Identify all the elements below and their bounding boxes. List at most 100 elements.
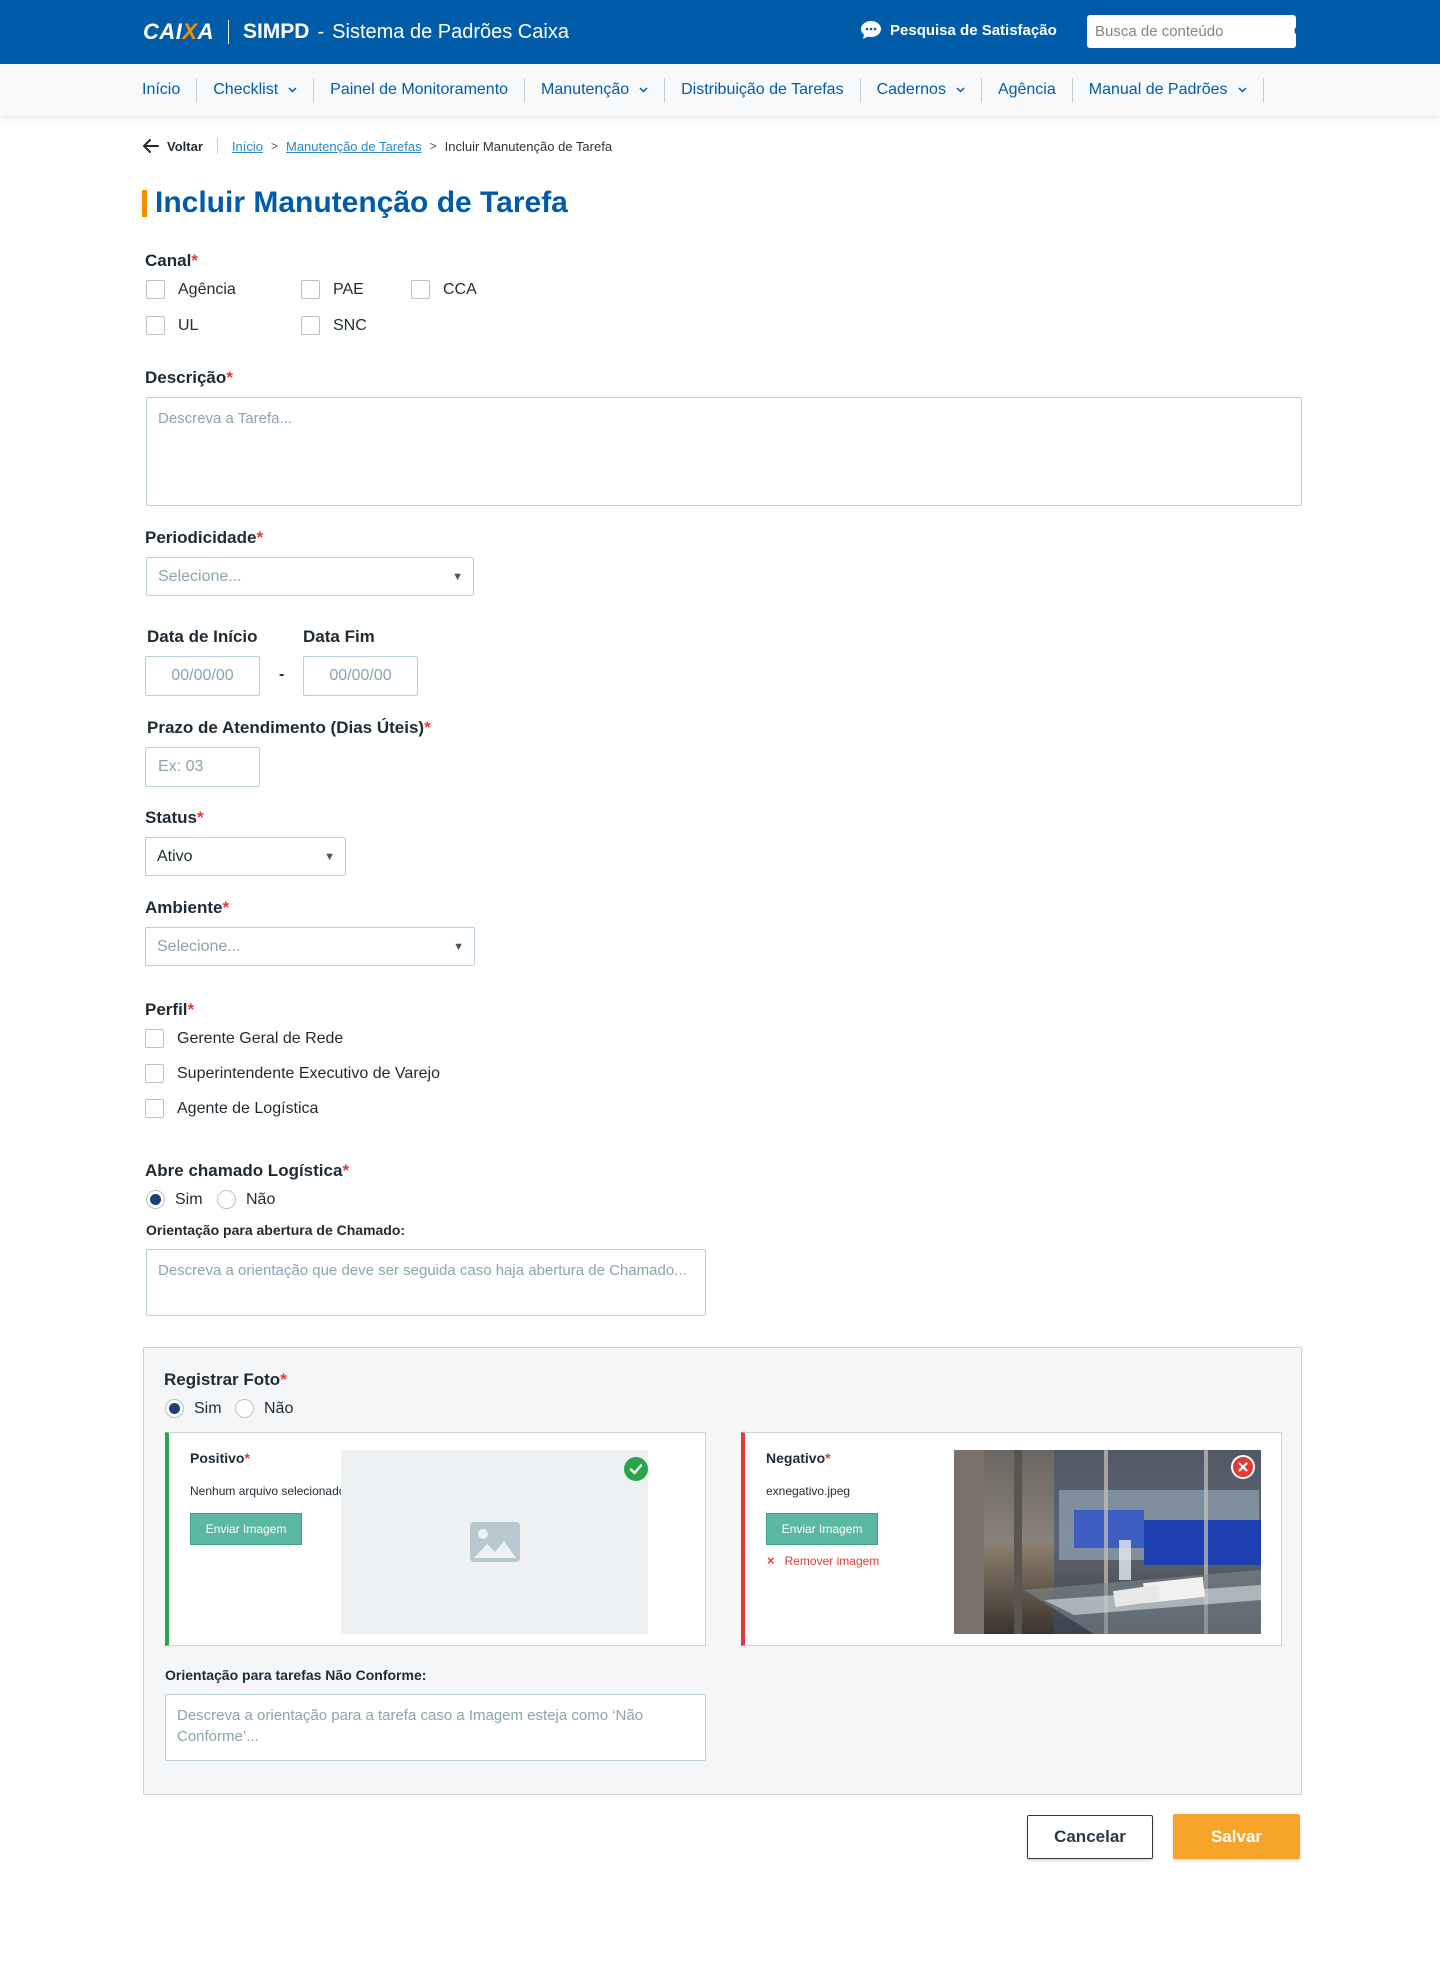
negativo-card: Negativo* exnegativo.jpeg Enviar Imagem … — [741, 1432, 1282, 1646]
ambiente-label: Ambiente* — [145, 898, 230, 917]
data-fim-label: Data Fim — [303, 627, 375, 646]
positivo-upload-button[interactable]: Enviar Imagem — [190, 1513, 302, 1545]
negativo-remove-badge[interactable] — [1231, 1455, 1255, 1479]
nao-conforme-orient-label: Orientação para tarefas Não Conforme: — [165, 1667, 427, 1683]
chat-bubble-icon — [861, 21, 881, 39]
chevron-down-icon — [1238, 87, 1247, 93]
main-navigation: Início Checklist Painel de Monitoramento… — [142, 64, 1264, 116]
positivo-title: Positivo* — [190, 1450, 250, 1466]
registrar-foto-label: Registrar Foto* — [164, 1370, 287, 1389]
remove-image-link[interactable]: × Remover imagem — [767, 1553, 879, 1568]
nav-item-painel-monitoramento[interactable]: Painel de Monitoramento — [314, 78, 526, 102]
checkbox-box[interactable] — [146, 316, 165, 335]
canal-checkbox-snc[interactable]: SNC — [301, 316, 367, 335]
brand-dash: - — [317, 20, 325, 43]
negativo-title: Negativo* — [766, 1450, 831, 1466]
check-icon — [629, 1464, 643, 1475]
perfil-label: Perfil* — [145, 1000, 195, 1019]
title-accent-bar — [142, 190, 147, 217]
back-button[interactable]: Voltar — [143, 139, 203, 154]
status-label: Status* — [145, 808, 204, 827]
nav-item-inicio[interactable]: Início — [142, 78, 198, 102]
app-name: SIMPD — [242, 20, 310, 43]
caixa-logo: CAIXA — [143, 19, 214, 44]
nav-item-manual-padroes[interactable]: Manual de Padrões — [1073, 78, 1264, 102]
nav-item-cadernos[interactable]: Cadernos — [861, 78, 982, 102]
search-input[interactable] — [1087, 15, 1294, 48]
checkbox-box[interactable] — [146, 280, 165, 299]
descricao-label: Descrição* — [145, 368, 233, 387]
checkbox-box[interactable] — [301, 316, 320, 335]
checkbox-box[interactable] — [301, 280, 320, 299]
data-fim-input[interactable] — [303, 656, 418, 696]
canal-checkbox-cca[interactable]: CCA — [411, 280, 477, 299]
search-box — [1087, 15, 1308, 48]
chamado-orient-label: Orientação para abertura de Chamado: — [146, 1222, 406, 1238]
negativo-file-name: exnegativo.jpeg — [766, 1484, 851, 1498]
chevron-right-icon: > — [270, 139, 278, 153]
chevron-down-icon — [288, 87, 297, 93]
canal-checkbox-agencia[interactable]: Agência — [146, 280, 236, 299]
nav-item-distribuicao-tarefas[interactable]: Distribuição de Tarefas — [665, 78, 861, 102]
checkbox-box[interactable] — [145, 1064, 164, 1083]
periodicidade-label: Periodicidade* — [145, 528, 264, 547]
data-inicio-input[interactable] — [145, 656, 260, 696]
close-icon: × — [767, 1553, 775, 1568]
foto-radio-sim[interactable]: Sim — [165, 1399, 222, 1418]
positivo-file-name: Nenhum arquivo selecionado. — [190, 1484, 349, 1498]
radio-dot[interactable] — [146, 1190, 165, 1209]
positivo-card: Positivo* Nenhum arquivo selecionado. En… — [165, 1432, 706, 1646]
breadcrumb-current: Incluir Manutenção de Tarefa — [444, 138, 613, 154]
nao-conforme-orient-textarea[interactable] — [165, 1694, 706, 1761]
chevron-down-icon — [956, 87, 965, 93]
status-select[interactable]: Ativo ▼ — [145, 837, 346, 876]
negativo-image-preview[interactable] — [954, 1450, 1261, 1634]
positivo-image-placeholder[interactable] — [341, 1450, 648, 1634]
canal-label: Canal* — [145, 251, 198, 270]
nav-item-manutencao[interactable]: Manutenção — [525, 78, 666, 102]
caret-down-icon: ▼ — [452, 570, 463, 583]
radio-dot[interactable] — [165, 1399, 184, 1418]
perfil-checkbox-agente-logistica[interactable]: Agente de Logística — [145, 1099, 318, 1118]
app-subtitle: Sistema de Padrões Caixa — [332, 20, 569, 43]
chevron-down-icon — [639, 87, 648, 93]
canal-checkbox-ul[interactable]: UL — [146, 316, 198, 335]
canal-checkbox-pae[interactable]: PAE — [301, 280, 364, 299]
ambiente-select[interactable]: Selecione... ▼ — [145, 927, 475, 966]
save-button[interactable]: Salvar — [1173, 1814, 1300, 1859]
data-inicio-label: Data de Início — [147, 627, 258, 646]
nav-item-checklist[interactable]: Checklist — [197, 78, 315, 102]
cancel-button[interactable]: Cancelar — [1027, 1815, 1153, 1859]
negativo-upload-button[interactable]: Enviar Imagem — [766, 1513, 878, 1545]
breadcrumb-link-inicio[interactable]: Início — [232, 139, 263, 154]
chamado-radio-nao[interactable]: Não — [217, 1190, 275, 1209]
breadcrumb-divider — [216, 138, 218, 154]
search-button[interactable] — [1294, 15, 1308, 48]
checkbox-box[interactable] — [145, 1099, 164, 1118]
periodicidade-select[interactable]: Selecione... ▼ — [146, 557, 474, 596]
foto-radio-nao[interactable]: Não — [235, 1399, 293, 1418]
radio-dot[interactable] — [217, 1190, 236, 1209]
chamado-radio-sim[interactable]: Sim — [146, 1190, 203, 1209]
brand-divider — [227, 20, 229, 44]
nav-item-agencia[interactable]: Agência — [982, 78, 1073, 102]
radio-dot[interactable] — [235, 1399, 254, 1418]
breadcrumb: Voltar Início > Manutenção de Tarefas > … — [143, 138, 612, 154]
caret-down-icon: ▼ — [324, 850, 335, 863]
perfil-checkbox-gerente-geral[interactable]: Gerente Geral de Rede — [145, 1029, 343, 1048]
arrow-left-icon — [143, 139, 159, 153]
chamado-orient-textarea[interactable] — [146, 1249, 706, 1316]
prazo-label: Prazo de Atendimento (Dias Úteis)* — [147, 718, 431, 737]
checkbox-box[interactable] — [145, 1029, 164, 1048]
descricao-textarea[interactable] — [146, 397, 1302, 506]
brand[interactable]: CAIXA SIMPD - Sistema de Padrões Caixa — [143, 19, 569, 45]
survey-label: Pesquisa de Satisfação — [890, 21, 1057, 39]
breadcrumb-link-manutencao-tarefas[interactable]: Manutenção de Tarefas — [286, 139, 422, 154]
perfil-checkbox-superintendente[interactable]: Superintendente Executivo de Varejo — [145, 1064, 440, 1083]
prazo-input[interactable] — [145, 747, 260, 787]
page-title: Incluir Manutenção de Tarefa — [155, 186, 568, 219]
satisfaction-survey-link[interactable]: Pesquisa de Satisfação — [860, 20, 1057, 40]
chevron-right-icon: > — [429, 139, 437, 153]
date-range-separator: - — [279, 666, 285, 683]
checkbox-box[interactable] — [411, 280, 430, 299]
